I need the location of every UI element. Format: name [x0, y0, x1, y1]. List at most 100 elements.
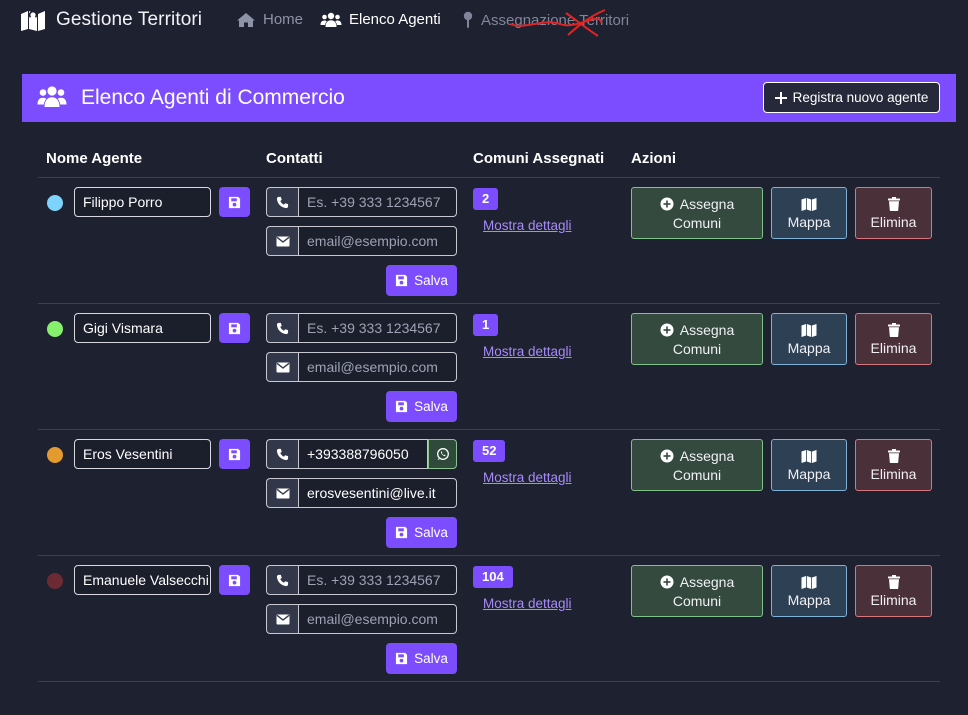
floppy-disk-icon: [228, 322, 241, 334]
nav-agents[interactable]: Elenco Agenti: [320, 11, 441, 28]
agent-color-dot[interactable]: [47, 195, 63, 211]
phone-input-group: Es. +39 333 1234567: [266, 313, 457, 343]
phone-addon: [266, 187, 298, 217]
phone-icon: [276, 196, 289, 208]
floppy-disk-icon: [396, 526, 408, 539]
agent-color-dot[interactable]: [47, 321, 63, 337]
register-agent-button[interactable]: Registra nuovo agente: [763, 82, 940, 113]
assign-label-2: Comuni: [672, 340, 722, 357]
column-header-contacts: Contatti: [266, 150, 323, 167]
plus-circle-icon: [660, 197, 674, 210]
phone-field[interactable]: Es. +39 333 1234567: [298, 565, 457, 595]
email-field[interactable]: email@esempio.com: [298, 226, 457, 256]
assign-label-2: Comuni: [672, 466, 722, 483]
assign-top-line: Assegna: [660, 196, 734, 212]
delete-button[interactable]: Elimina: [855, 565, 932, 617]
phone-icon: [276, 574, 289, 586]
save-contacts-button[interactable]: Salva: [386, 265, 457, 296]
agent-color-dot[interactable]: [47, 447, 63, 463]
envelope-icon: [276, 236, 289, 246]
map-icon: [801, 575, 817, 589]
table-row: Gigi Vismara Es. +39 333 1234567 email@e…: [38, 304, 940, 430]
assign-label-2: Comuni: [672, 592, 722, 609]
map-label: Mappa: [787, 465, 831, 482]
delete-button[interactable]: Elimina: [855, 313, 932, 365]
trash-icon: [887, 196, 900, 211]
table-row: Emanuele Valsecchi Es. +39 333 1234567 e…: [38, 556, 940, 682]
whatsapp-button[interactable]: [428, 439, 457, 469]
users-icon: [320, 12, 342, 27]
assign-comuni-button[interactable]: Assegna Comuni: [631, 187, 763, 239]
plus-circle-icon: [660, 449, 674, 462]
save-contacts-button[interactable]: Salva: [386, 643, 457, 674]
email-field[interactable]: email@esempio.com: [298, 352, 457, 382]
phone-field[interactable]: Es. +39 333 1234567: [298, 313, 457, 343]
save-name-button[interactable]: [219, 313, 250, 343]
save-name-button[interactable]: [219, 187, 250, 217]
delete-button[interactable]: Elimina: [855, 439, 932, 491]
phone-field[interactable]: Es. +39 333 1234567: [298, 187, 457, 217]
table-header: Nome Agente Contatti Comuni Assegnati Az…: [38, 140, 940, 178]
save-name-button[interactable]: [219, 565, 250, 595]
phone-input-group: Es. +39 333 1234567: [266, 565, 457, 595]
show-details-link[interactable]: Mostra dettagli: [483, 596, 572, 611]
envelope-icon: [276, 488, 289, 498]
nav-home[interactable]: Home: [236, 11, 303, 28]
assign-comuni-button[interactable]: Assegna Comuni: [631, 565, 763, 617]
floppy-disk-icon: [228, 448, 241, 460]
assign-comuni-button[interactable]: Assegna Comuni: [631, 313, 763, 365]
whatsapp-icon: [436, 448, 449, 460]
envelope-icon: [276, 614, 289, 624]
map-button[interactable]: Mappa: [771, 313, 847, 365]
panel-header: Elenco Agenti di Commercio Registra nuov…: [22, 74, 956, 122]
assign-label-1: Assegna: [679, 195, 735, 212]
email-field[interactable]: erosvesentini@live.it: [298, 478, 457, 508]
column-header-name: Nome Agente: [46, 150, 143, 167]
email-input-group: email@esempio.com: [266, 226, 457, 256]
users-icon: [37, 86, 67, 107]
phone-addon: [266, 565, 298, 595]
comuni-count-badge: 52: [473, 440, 506, 462]
assign-label-1: Assegna: [679, 321, 735, 338]
comuni-count-badge: 2: [473, 188, 499, 210]
register-agent-label: Registra nuovo agente: [792, 90, 929, 105]
floppy-disk-icon: [228, 574, 241, 586]
brand[interactable]: Gestione Territori: [20, 8, 202, 32]
assign-top-line: Assegna: [660, 322, 734, 338]
comuni-count-badge: 104: [473, 566, 513, 588]
show-details-link[interactable]: Mostra dettagli: [483, 470, 572, 485]
nav-agents-label: Elenco Agenti: [349, 11, 441, 28]
show-details-link[interactable]: Mostra dettagli: [483, 218, 572, 233]
map-icon: [801, 197, 817, 211]
save-contacts-button[interactable]: Salva: [386, 391, 457, 422]
map-button[interactable]: Mappa: [771, 439, 847, 491]
floppy-disk-icon: [396, 274, 408, 287]
table-row: Eros Vesentini +393388796050 erosvesenti…: [38, 430, 940, 556]
email-addon: [266, 478, 298, 508]
map-button[interactable]: Mappa: [771, 187, 847, 239]
save-name-button[interactable]: [219, 439, 250, 469]
agent-name-input[interactable]: Gigi Vismara: [74, 313, 211, 343]
red-scribble-annotation: [509, 9, 606, 37]
assign-comuni-button[interactable]: Assegna Comuni: [631, 439, 763, 491]
trash-icon: [887, 322, 900, 337]
save-label: Salva: [414, 525, 448, 540]
email-field[interactable]: email@esempio.com: [298, 604, 457, 634]
floppy-disk-icon: [396, 652, 408, 665]
agent-color-dot[interactable]: [47, 573, 63, 589]
delete-button[interactable]: Elimina: [855, 187, 932, 239]
map-marker-icon: [21, 10, 45, 31]
phone-field[interactable]: +393388796050: [298, 439, 428, 469]
column-header-actions: Azioni: [631, 150, 676, 167]
agent-name-input[interactable]: Eros Vesentini: [74, 439, 211, 469]
comuni-count-badge: 1: [473, 314, 499, 336]
show-details-link[interactable]: Mostra dettagli: [483, 344, 572, 359]
agent-name-input[interactable]: Emanuele Valsecchi: [74, 565, 211, 595]
agent-name-input[interactable]: Filippo Porro: [74, 187, 211, 217]
delete-label: Elimina: [870, 591, 917, 608]
table-row: Filippo Porro Es. +39 333 1234567 email@…: [38, 178, 940, 304]
phone-addon: [266, 313, 298, 343]
save-label: Salva: [414, 399, 448, 414]
save-contacts-button[interactable]: Salva: [386, 517, 457, 548]
map-button[interactable]: Mappa: [771, 565, 847, 617]
